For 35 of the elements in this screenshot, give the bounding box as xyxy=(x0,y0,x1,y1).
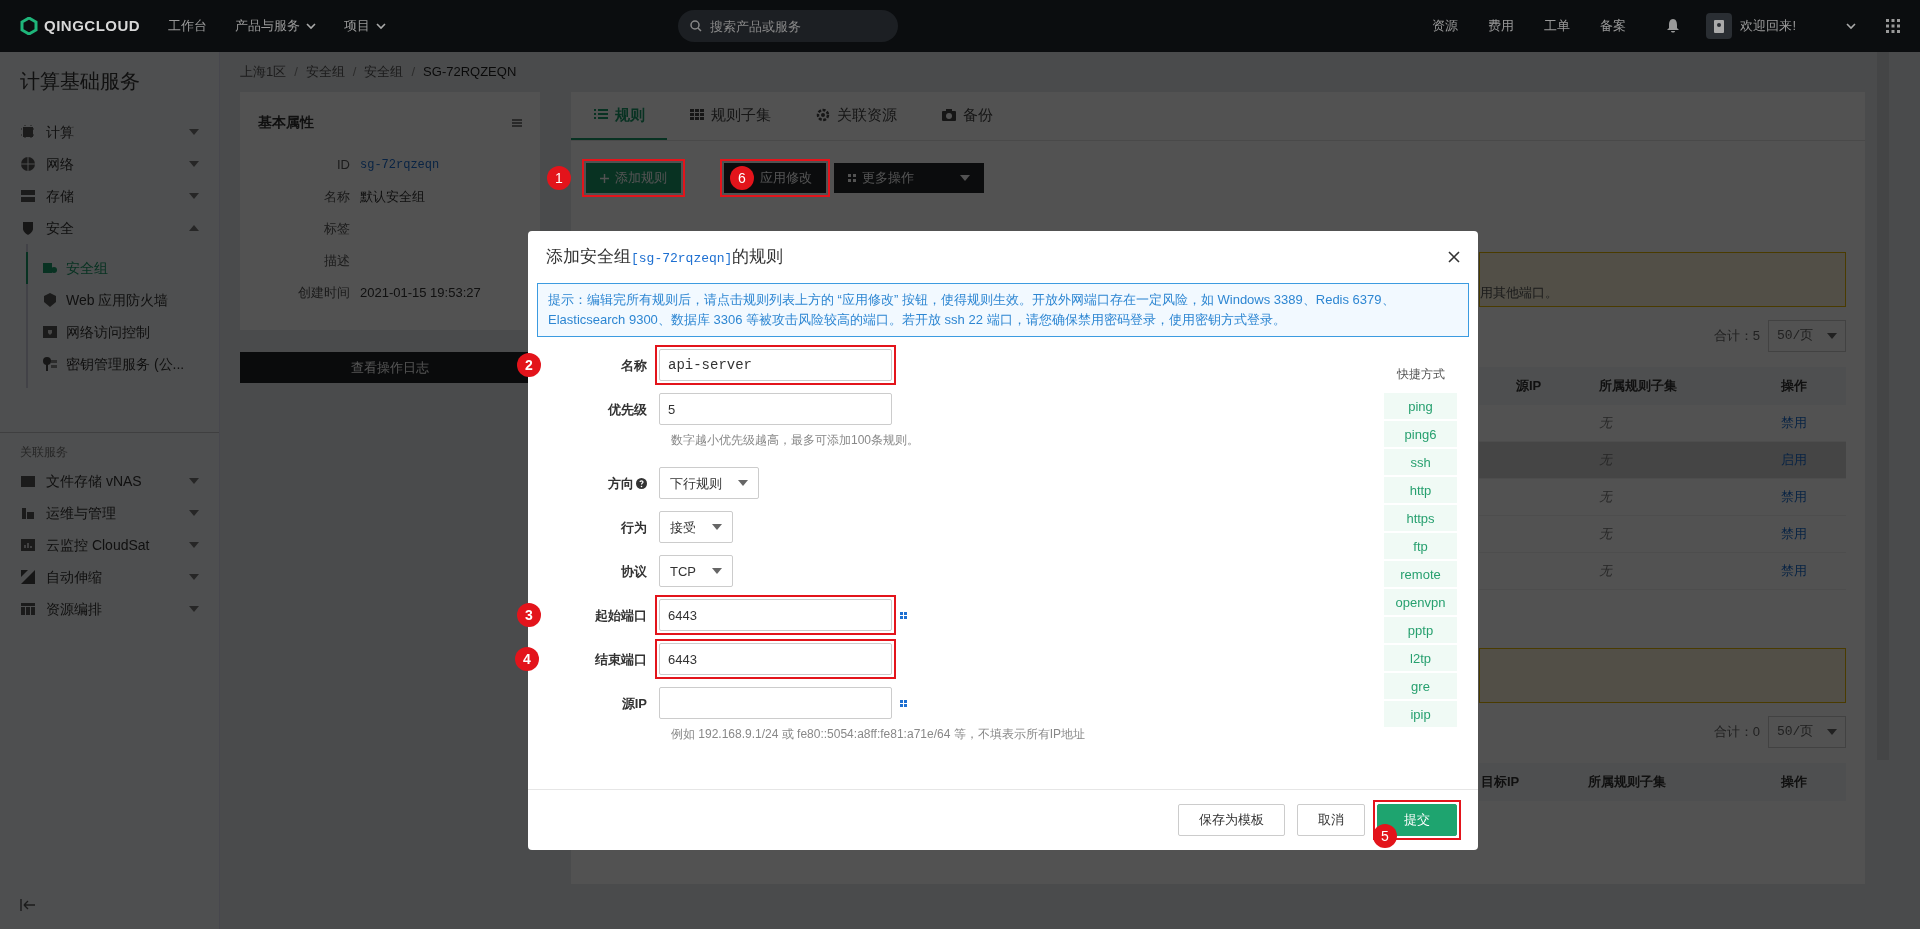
breadcrumb-current: SG-72RQZEQN xyxy=(423,63,517,81)
step-marker: 2 xyxy=(517,353,541,378)
field-label: 结束端口 xyxy=(595,650,647,669)
property-value: 2021-01-15 19:53:27 xyxy=(360,284,481,303)
property-value: sg-72rqzeqn xyxy=(360,157,440,174)
column-header: 所属规则子集 xyxy=(1588,773,1667,792)
column-header: 源IP xyxy=(1515,377,1543,396)
greeting-text: 欢迎回来! xyxy=(1740,17,1796,36)
field-label: 协议 xyxy=(621,562,647,581)
step-marker: 3 xyxy=(517,603,541,628)
step-marker: 4 xyxy=(515,647,539,672)
column-header: 所属规则子集 xyxy=(1599,377,1678,396)
logo-text: QINGCLOUD xyxy=(44,15,141,36)
breadcrumb-separator: / xyxy=(352,63,357,81)
column-header: 目标IP xyxy=(1480,773,1521,792)
property-value: 默认安全组 xyxy=(360,188,425,207)
breadcrumb-separator: / xyxy=(411,63,416,81)
column-header: 操作 xyxy=(1781,377,1808,396)
field-label: 优先级 xyxy=(608,400,647,419)
step-marker: 1 xyxy=(547,166,571,190)
field-label: 方向 xyxy=(608,474,634,493)
help-text: 数字越小优先级越高，最多可添加100条规则。 xyxy=(671,432,921,450)
section-label: 快捷方式 xyxy=(1395,366,1446,384)
sidebar-title: 计算基础服务 xyxy=(19,69,141,94)
field-label: 行为 xyxy=(621,518,647,537)
card-title: 基本属性 xyxy=(258,113,314,132)
dialog-title: 添加安全组[sg-72rqzeqn]的规则 xyxy=(546,247,784,268)
field-label: 名称 xyxy=(621,356,647,375)
tip-alert: 提示：编辑完所有规则后，请点击规则列表上方的 “应用修改” 按钮，使得规则生效。开放外网端口存在一定风险，如 Windows 3389、Redis 6379、Elasticsearch 9300、数据库 3306 等被攻击风险较高的端口。若开放 ssh 22 端口，请您确保禁用密码登录，使用密钥方式登录。 xyxy=(537,283,1469,338)
breadcrumb-separator: / xyxy=(294,63,298,81)
column-header: 操作 xyxy=(1781,773,1808,792)
field-label: 源IP xyxy=(621,694,647,713)
step-marker: 5 xyxy=(1373,824,1397,848)
field-label: 起始端口 xyxy=(595,606,647,625)
help-text: 例如 192.168.9.1/24 或 fe80::5054:a8ff:fe81:a71e/64 等，不填表示所有IP地址 xyxy=(671,726,1086,744)
